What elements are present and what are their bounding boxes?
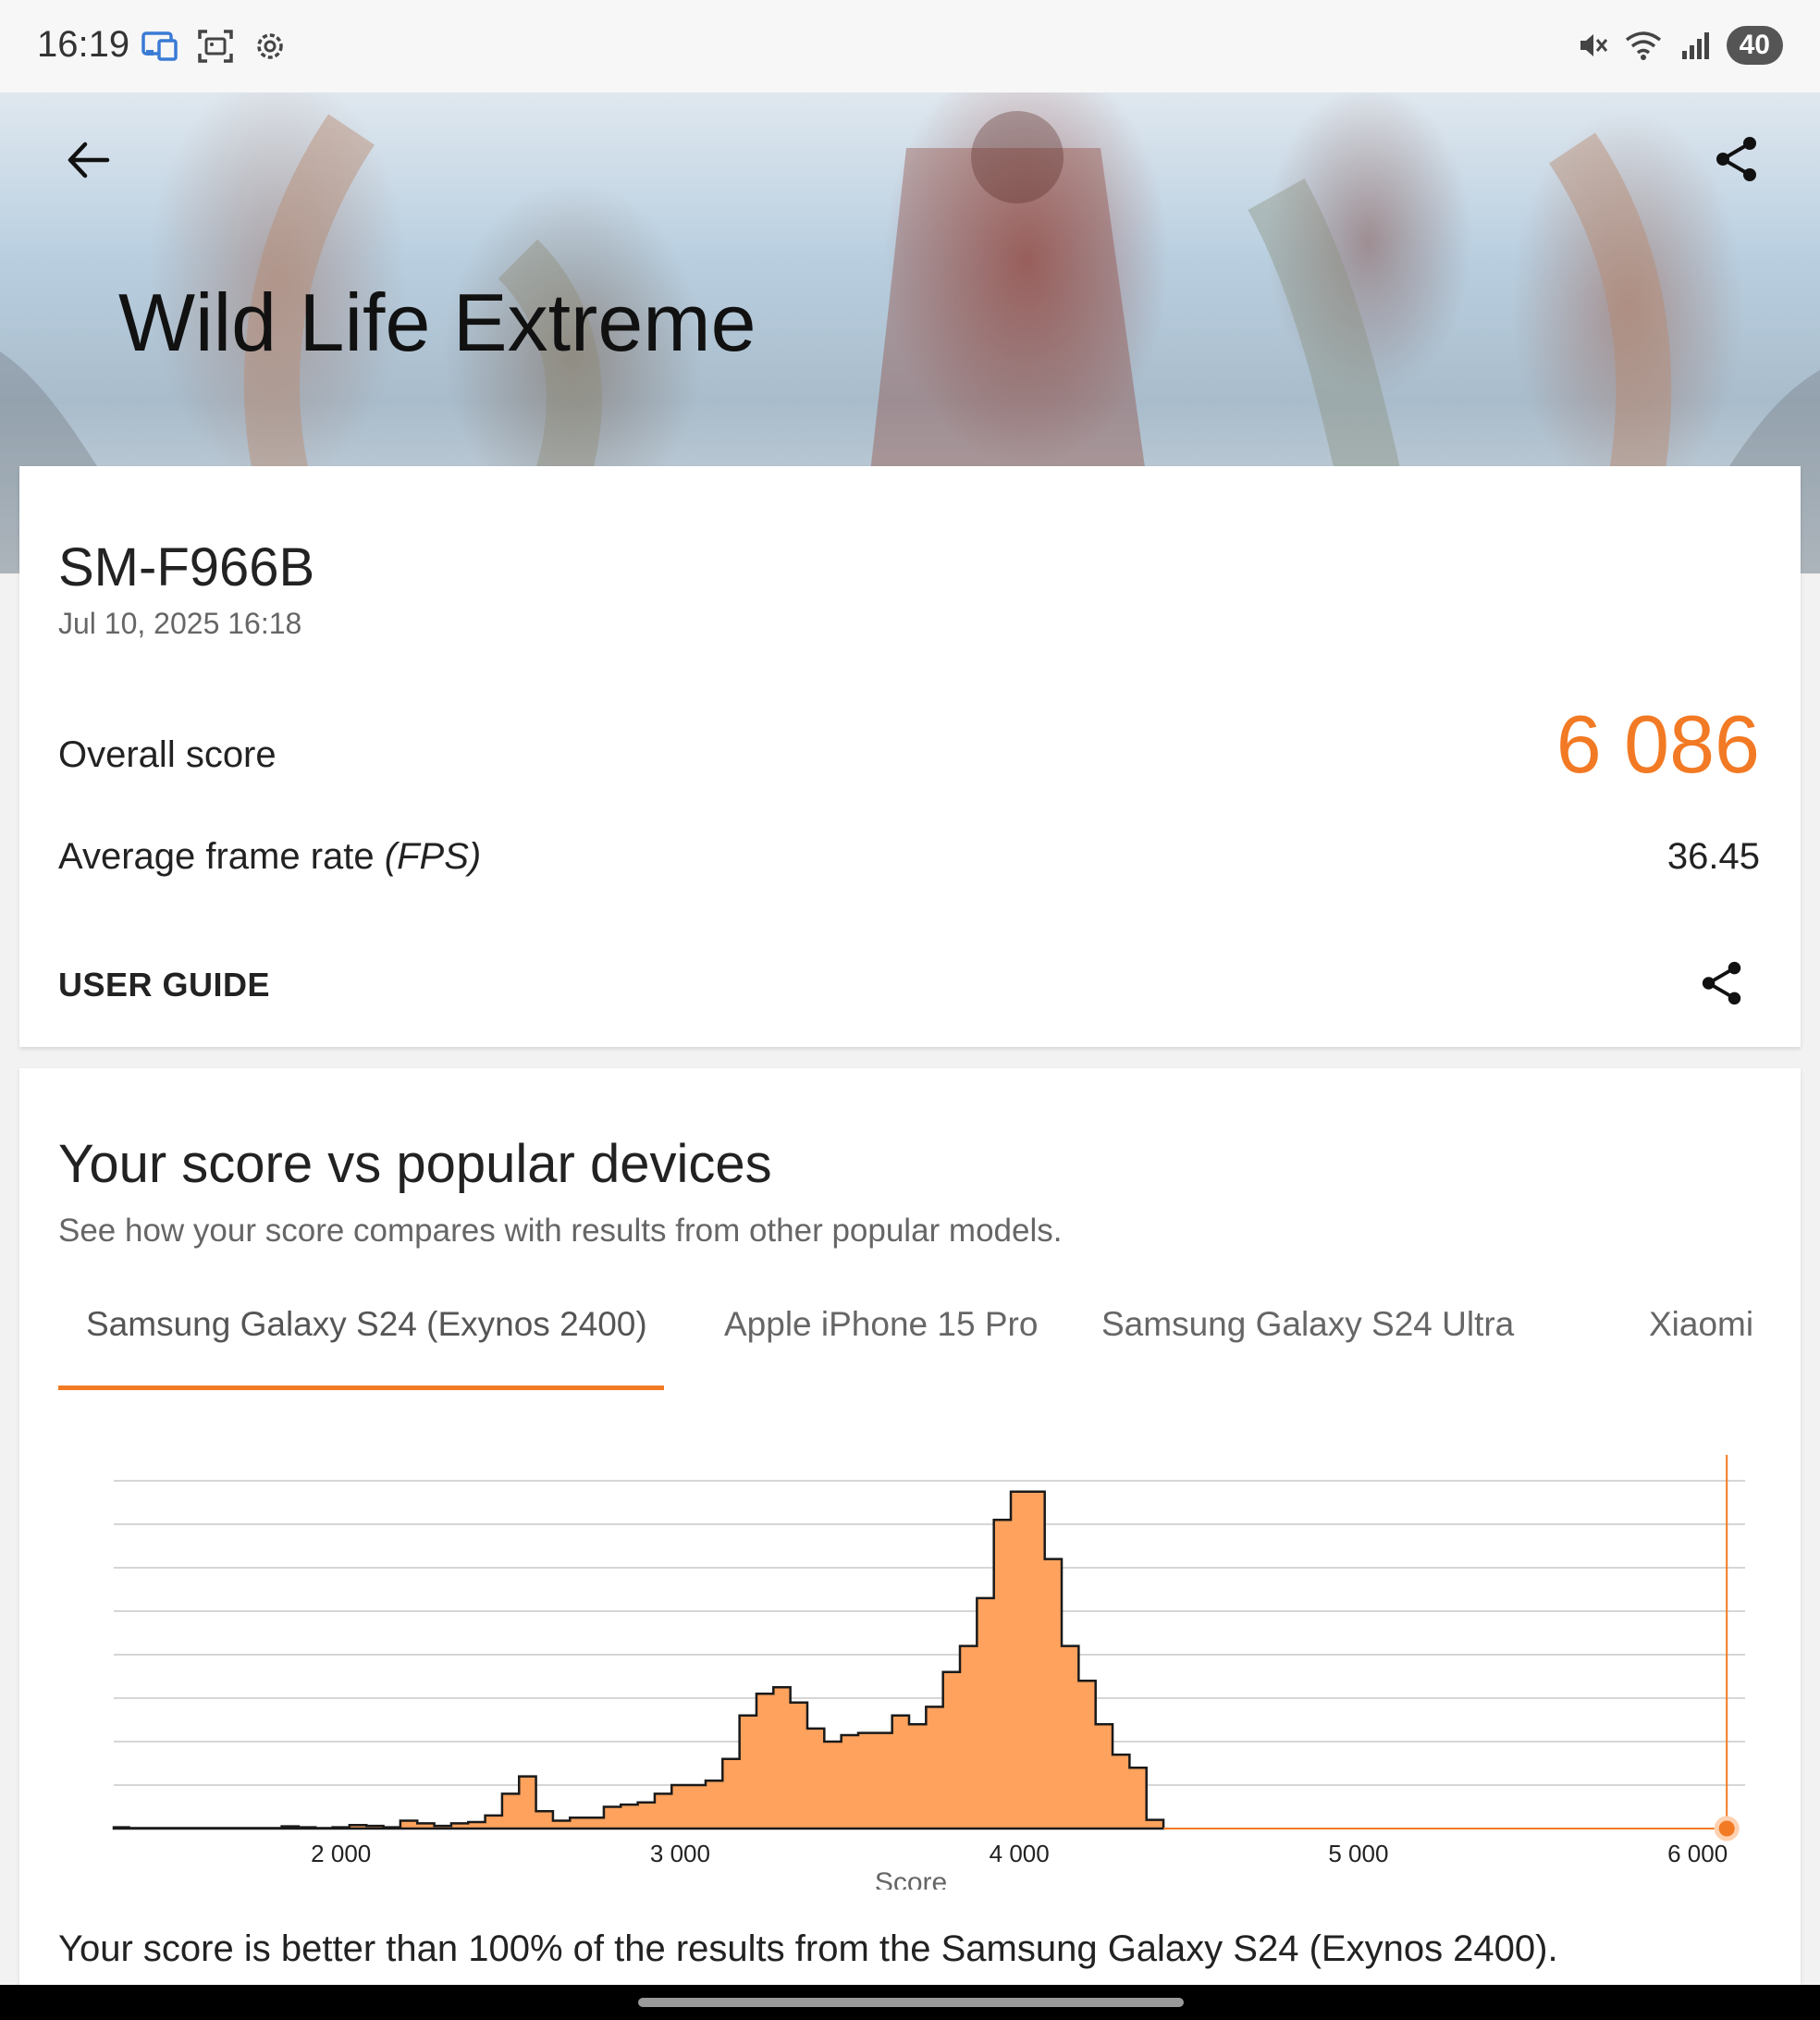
battery-indicator: 40 <box>1726 26 1783 65</box>
user-score-marker <box>1714 1816 1740 1841</box>
tab-xiaomi[interactable]: Xiaomi 1 <box>1649 1305 1762 1344</box>
tab-samsung-galaxy-s24-ultra[interactable]: Samsung Galaxy S24 Ultra <box>1101 1305 1514 1344</box>
device-name: SM-F966B <box>58 537 315 597</box>
mute-icon <box>1580 34 1607 56</box>
status-time: 16:19 <box>37 24 130 65</box>
share-icon[interactable] <box>1699 960 1745 1006</box>
arrow-left-icon[interactable] <box>65 137 111 183</box>
result-card: SM-F966B Jul 10, 2025 16:18 Overall scor… <box>19 466 1801 1047</box>
signal-icon <box>1681 32 1709 59</box>
home-gesture-handle[interactable] <box>638 1998 1184 2007</box>
test-date: Jul 10, 2025 16:18 <box>58 607 302 640</box>
user-guide-button[interactable]: USER GUIDE <box>58 966 270 1004</box>
status-right-icons: 40 <box>1575 26 1783 65</box>
x-tick-label: 6 000 <box>1667 1840 1728 1867</box>
x-axis-label: Score <box>875 1867 947 1890</box>
cast-icon <box>141 31 178 61</box>
tab-samsung-galaxy-s24-exynos[interactable]: Samsung Galaxy S24 (Exynos 2400) <box>86 1305 647 1344</box>
x-tick-label: 2 000 <box>311 1840 371 1867</box>
x-tick-label: 4 000 <box>990 1840 1050 1867</box>
fps-label: Average frame rate (FPS) <box>58 836 481 878</box>
wifi-icon <box>1625 31 1661 60</box>
tab-apple-iphone-15-pro[interactable]: Apple iPhone 15 Pro <box>724 1305 1038 1344</box>
x-tick-label: 3 000 <box>650 1840 710 1867</box>
status-left-icons <box>141 28 289 65</box>
selected-tab-indicator <box>58 1386 664 1390</box>
page-title: Wild Life Extreme <box>118 277 756 368</box>
comparison-subtitle: See how your score compares with results… <box>58 1213 1063 1249</box>
comparison-title: Your score vs popular devices <box>58 1134 772 1194</box>
x-tick-label: 5 000 <box>1328 1840 1388 1867</box>
fps-label-text: Average frame rate <box>58 836 385 877</box>
screenshot-icon <box>198 30 233 63</box>
score-histogram: 2 000 3 000 4 000 5 000 6 000 Score <box>112 1455 1745 1890</box>
settings-gear-icon <box>257 33 283 59</box>
fps-value: 36.45 <box>1666 836 1760 877</box>
share-icon[interactable] <box>1713 135 1761 183</box>
score-comparison-result: Your score is better than 100% of the re… <box>58 1928 1558 1969</box>
histogram-area <box>112 1490 1165 1830</box>
status-bar: 16:19 40 <box>0 0 1820 92</box>
comparison-card: Your score vs popular devices See how yo… <box>19 1068 1801 2020</box>
navigation-bar <box>0 1985 1820 2020</box>
overall-score-label: Overall score <box>58 734 277 775</box>
device-tabs: Samsung Galaxy S24 (Exynos 2400) Apple i… <box>58 1305 1762 1379</box>
fps-unit: (FPS) <box>384 836 482 877</box>
overall-score-value: 6 086 <box>1556 698 1760 790</box>
